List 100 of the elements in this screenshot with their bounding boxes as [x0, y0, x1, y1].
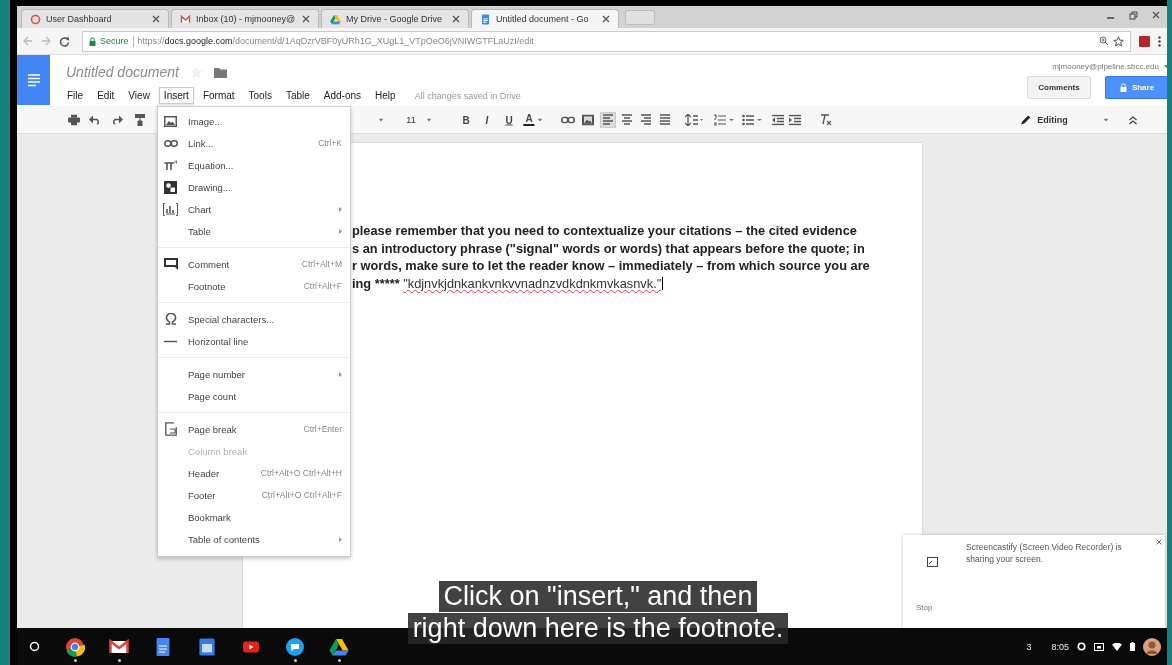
clear-formatting-icon[interactable]: [820, 113, 832, 126]
increase-indent-icon[interactable]: [789, 114, 801, 125]
font-size-field[interactable]: 11: [406, 114, 416, 125]
menu-item[interactable]: Table: [280, 87, 315, 104]
folder-icon[interactable]: [213, 66, 227, 78]
bulleted-list-icon[interactable]: [742, 113, 762, 126]
page-break-icon: [164, 422, 177, 436]
paragraph-line: r words, make sure to let the reader know – immediately – from which source you are: [352, 257, 871, 276]
caret-icon[interactable]: [1103, 118, 1109, 121]
caret-icon[interactable]: [426, 118, 432, 121]
running-indicator: [73, 658, 77, 662]
menu-item[interactable]: Page break Ctrl+Enter: [158, 418, 350, 440]
account-menu[interactable]: mjmooney@pipeline.sbcc.edu: [1052, 62, 1167, 71]
paragraph-line: please remember that you need to contextualize your citations – the cited evidence: [352, 222, 858, 240]
menu-icon[interactable]: [1158, 35, 1161, 47]
link-icon: [163, 139, 178, 147]
star-icon[interactable]: [1113, 35, 1124, 47]
text-cursor: [662, 277, 664, 291]
document-title[interactable]: Untitled document: [66, 64, 179, 80]
menu-item[interactable]: Insert: [158, 87, 194, 104]
restore-icon[interactable]: [1129, 11, 1138, 20]
menu-item[interactable]: Bookmark: [158, 506, 350, 528]
menu-item[interactable]: Format: [197, 87, 240, 104]
menu-item[interactable]: Special characters...: [158, 308, 350, 330]
notification-message: Screencastify (Screen Video Recorder) is sharing your screen.: [966, 541, 1123, 565]
menu-item[interactable]: Page count: [158, 385, 350, 407]
decrease-indent-icon[interactable]: [772, 114, 784, 125]
zoom-icon[interactable]: [1099, 36, 1109, 46]
align-left-button[interactable]: [600, 111, 616, 128]
numbered-list-icon[interactable]: [714, 113, 734, 126]
close-icon[interactable]: [1152, 11, 1161, 20]
avatar-icon[interactable]: [1143, 637, 1161, 656]
print-icon[interactable]: [68, 114, 80, 125]
menu-item[interactable]: Header Ctrl+Alt+O Ctrl+Alt+H: [158, 462, 350, 484]
paint-format-icon[interactable]: [135, 113, 145, 126]
caret-icon[interactable]: [378, 118, 384, 121]
browser-tab[interactable]: My Drive - Google Drive: [321, 9, 469, 28]
browser-tab[interactable]: Untitled document - Go: [471, 9, 619, 28]
menu-item[interactable]: Footnote Ctrl+Alt+F: [158, 275, 350, 297]
underline-button[interactable]: U: [503, 114, 515, 125]
comments-button[interactable]: Comments: [1027, 76, 1091, 99]
chat-icon[interactable]: [285, 636, 305, 657]
menu-item[interactable]: Footer Ctrl+Alt+O Ctrl+Alt+F: [158, 484, 350, 506]
reload-icon[interactable]: [59, 35, 70, 47]
menu-item[interactable]: Help: [370, 87, 401, 104]
line-spacing-icon[interactable]: [685, 113, 703, 126]
close-icon[interactable]: [302, 15, 310, 23]
menu-item[interactable]: Comment Ctrl+Alt+M: [158, 253, 350, 275]
close-icon[interactable]: [1156, 539, 1162, 545]
editing-mode-button[interactable]: Editing: [1020, 114, 1068, 125]
record-icon[interactable]: [1077, 642, 1086, 651]
wifi-icon[interactable]: [1112, 642, 1122, 651]
collapse-icon[interactable]: [1128, 114, 1138, 125]
stop-button[interactable]: Stop: [916, 603, 933, 612]
address-bar[interactable]: Secure https://docs.google.com/document/d/1AqDzrVBF0yURh1G_XUgL1_VTpOeO6jVNIWGTFLaUzI/edit: [82, 30, 1131, 52]
calendar-icon[interactable]: [197, 636, 217, 657]
image-icon: [164, 115, 177, 127]
browser-tab[interactable]: User Dashboard: [21, 9, 169, 28]
menu-item[interactable]: Edit: [92, 87, 120, 104]
battery-icon[interactable]: [1130, 642, 1135, 651]
menu-item[interactable]: Chart: [158, 198, 350, 220]
menu-item[interactable]: Table of contents: [158, 528, 350, 550]
clock[interactable]: 8:05: [1051, 641, 1069, 652]
undo-icon[interactable]: [89, 115, 101, 124]
launcher-icon[interactable]: [29, 641, 40, 652]
cast-icon[interactable]: [1094, 642, 1104, 651]
text-color-button[interactable]: A: [523, 113, 535, 126]
url-text: https://docs.google.com/document/d/1AqDzrVBF0yURh1G_XUgL1_VTpOeO6jVNIWGTFLaUzI/edit: [137, 36, 534, 46]
close-icon[interactable]: [602, 15, 610, 23]
browser-tab[interactable]: Inbox (10) - mjmooney@: [171, 9, 319, 28]
align-center-button[interactable]: [619, 111, 635, 128]
image-icon[interactable]: [582, 114, 594, 125]
menu-item[interactable]: Add-ons: [318, 87, 367, 104]
link-icon[interactable]: [561, 116, 575, 123]
align-justify-button[interactable]: [657, 111, 673, 128]
docs-logo[interactable]: [17, 55, 50, 105]
caret-icon[interactable]: [537, 118, 543, 121]
menu-item[interactable]: Page number: [158, 363, 350, 385]
align-right-button[interactable]: [638, 111, 654, 128]
browser-icon[interactable]: [65, 636, 85, 657]
close-icon[interactable]: [452, 15, 460, 23]
menu-item[interactable]: View: [123, 87, 155, 104]
drive-icon[interactable]: [329, 636, 349, 657]
menu-item[interactable]: Image...: [158, 110, 350, 132]
menu-item[interactable]: Horizontal line: [158, 330, 350, 352]
italic-button[interactable]: I: [483, 114, 491, 125]
menu-item[interactable]: File: [62, 87, 89, 104]
menu-item[interactable]: Equation...: [158, 154, 350, 176]
chart-icon: [163, 202, 178, 216]
menu-item[interactable]: Tools: [243, 87, 277, 104]
notification-count[interactable]: 3: [1026, 641, 1032, 652]
bold-button[interactable]: B: [460, 114, 472, 125]
close-icon[interactable]: [152, 15, 160, 23]
menu-item[interactable]: Link... Ctrl+K: [158, 132, 350, 154]
tab-title: Untitled document - Go: [496, 14, 590, 24]
submenu-arrow-icon: [339, 536, 342, 542]
menu-item[interactable]: Drawing...: [158, 176, 350, 198]
extension-icon[interactable]: [1139, 35, 1150, 47]
menu-item[interactable]: Table: [158, 220, 350, 242]
redo-icon[interactable]: [111, 115, 123, 124]
